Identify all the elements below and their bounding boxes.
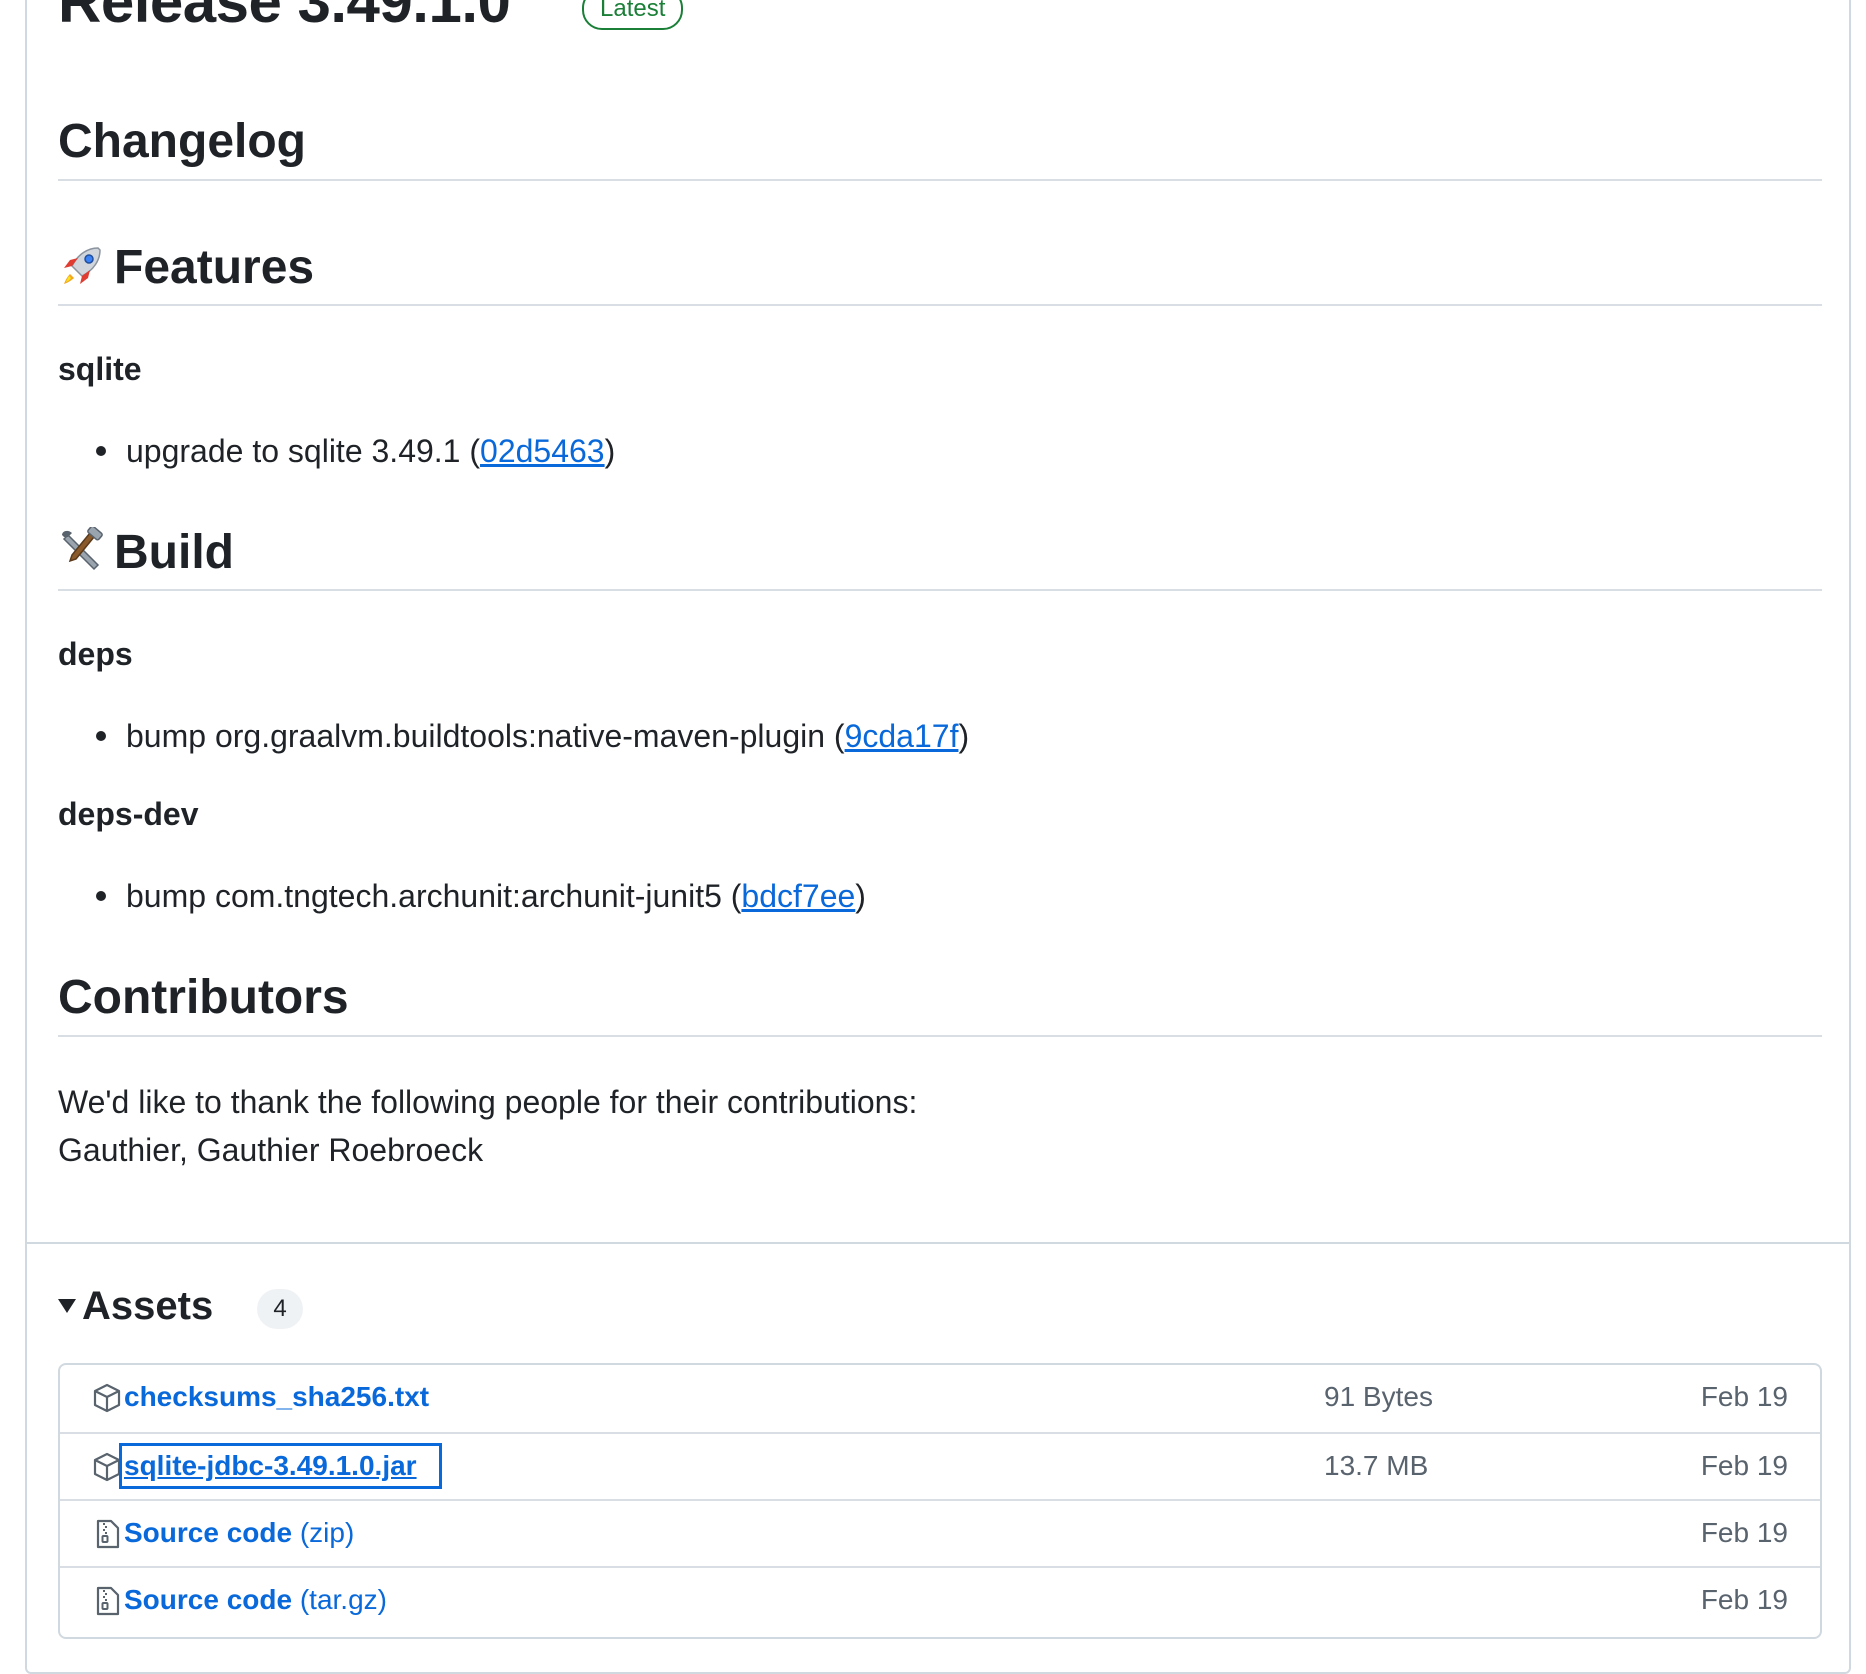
contributors-heading: Contributors (58, 971, 349, 1024)
assets-toggle[interactable]: Assets (58, 1278, 213, 1334)
asset-link-source-targz[interactable]: Source code (tar.gz) (124, 1582, 387, 1618)
build-heading: Build (58, 523, 234, 583)
features-heading: Features (58, 238, 314, 298)
build-heading-text: Build (114, 526, 234, 579)
asset-date: Feb 19 (1700, 1584, 1788, 1615)
asset-row: Source code (tar.gz) Feb 19 (60, 1566, 1820, 1633)
list-item: bump org.graalvm.buildtools:native-maven… (96, 716, 969, 756)
bullet (96, 445, 106, 456)
asset-row: Source code (zip) Feb 19 (60, 1499, 1820, 1566)
bullet (96, 890, 106, 901)
file-zip-icon (93, 1586, 121, 1616)
release-body: Release 3.49.1.0 Latest Changelog Featur… (27, 0, 1849, 1242)
commit-link[interactable]: bdcf7ee (741, 878, 855, 914)
asset-date: Feb 19 (1700, 1381, 1788, 1412)
release-card: Release 3.49.1.0 Latest Changelog Featur… (25, 0, 1851, 1674)
list-item: upgrade to sqlite 3.49.1 (02d5463) (96, 431, 615, 471)
features-heading-text: Features (114, 241, 315, 294)
package-icon (93, 1383, 121, 1413)
latest-badge: Latest (582, 0, 684, 30)
commit-link[interactable]: 02d5463 (480, 433, 605, 469)
asset-link-checksums[interactable]: checksums_sha256.txt (124, 1379, 429, 1415)
asset-size: 91 Bytes (1324, 1381, 1433, 1412)
contributors-intro: We'd like to thank the following people … (58, 1084, 918, 1120)
contributors-divider (58, 1035, 1822, 1037)
asset-row: sqlite-jdbc-3.49.1.0.jar 13.7 MB Feb 19 (60, 1432, 1820, 1499)
rocket-icon (58, 242, 106, 290)
package-icon (93, 1452, 121, 1482)
asset-date: Feb 19 (1700, 1450, 1788, 1481)
build-divider (58, 589, 1822, 591)
asset-size: 13.7 MB (1324, 1450, 1429, 1481)
group-title-deps-dev: deps-dev (58, 796, 199, 832)
commit-link[interactable]: 9cda17f (845, 718, 959, 754)
changelog-divider (58, 179, 1822, 181)
group-title-deps: deps (58, 636, 133, 672)
changelog-heading: Changelog (58, 115, 306, 168)
asset-date: Feb 19 (1700, 1517, 1788, 1548)
contributors-names: Gauthier, Gauthier Roebroeck (58, 1132, 484, 1168)
triangle-down-icon (58, 1299, 76, 1314)
hammer-and-wrench-icon (58, 525, 106, 575)
group-title-sqlite: sqlite (58, 351, 142, 387)
assets-heading: Assets (82, 1284, 214, 1328)
features-divider (58, 304, 1822, 306)
assets-list: checksums_sha256.txt 91 Bytes Feb 19 sql… (58, 1363, 1822, 1639)
list-item: bump com.tngtech.archunit:archunit-junit… (96, 876, 866, 916)
assets-count-badge: 4 (257, 1289, 303, 1329)
asset-row: checksums_sha256.txt 91 Bytes Feb 19 (60, 1365, 1820, 1432)
release-title[interactable]: Release 3.49.1.0 (58, 0, 511, 38)
asset-link-jar[interactable]: sqlite-jdbc-3.49.1.0.jar (119, 1443, 442, 1489)
bullet (96, 730, 106, 741)
file-zip-icon (93, 1519, 121, 1549)
asset-link-source-zip[interactable]: Source code (zip) (124, 1515, 354, 1551)
section-divider (27, 1242, 1849, 1244)
